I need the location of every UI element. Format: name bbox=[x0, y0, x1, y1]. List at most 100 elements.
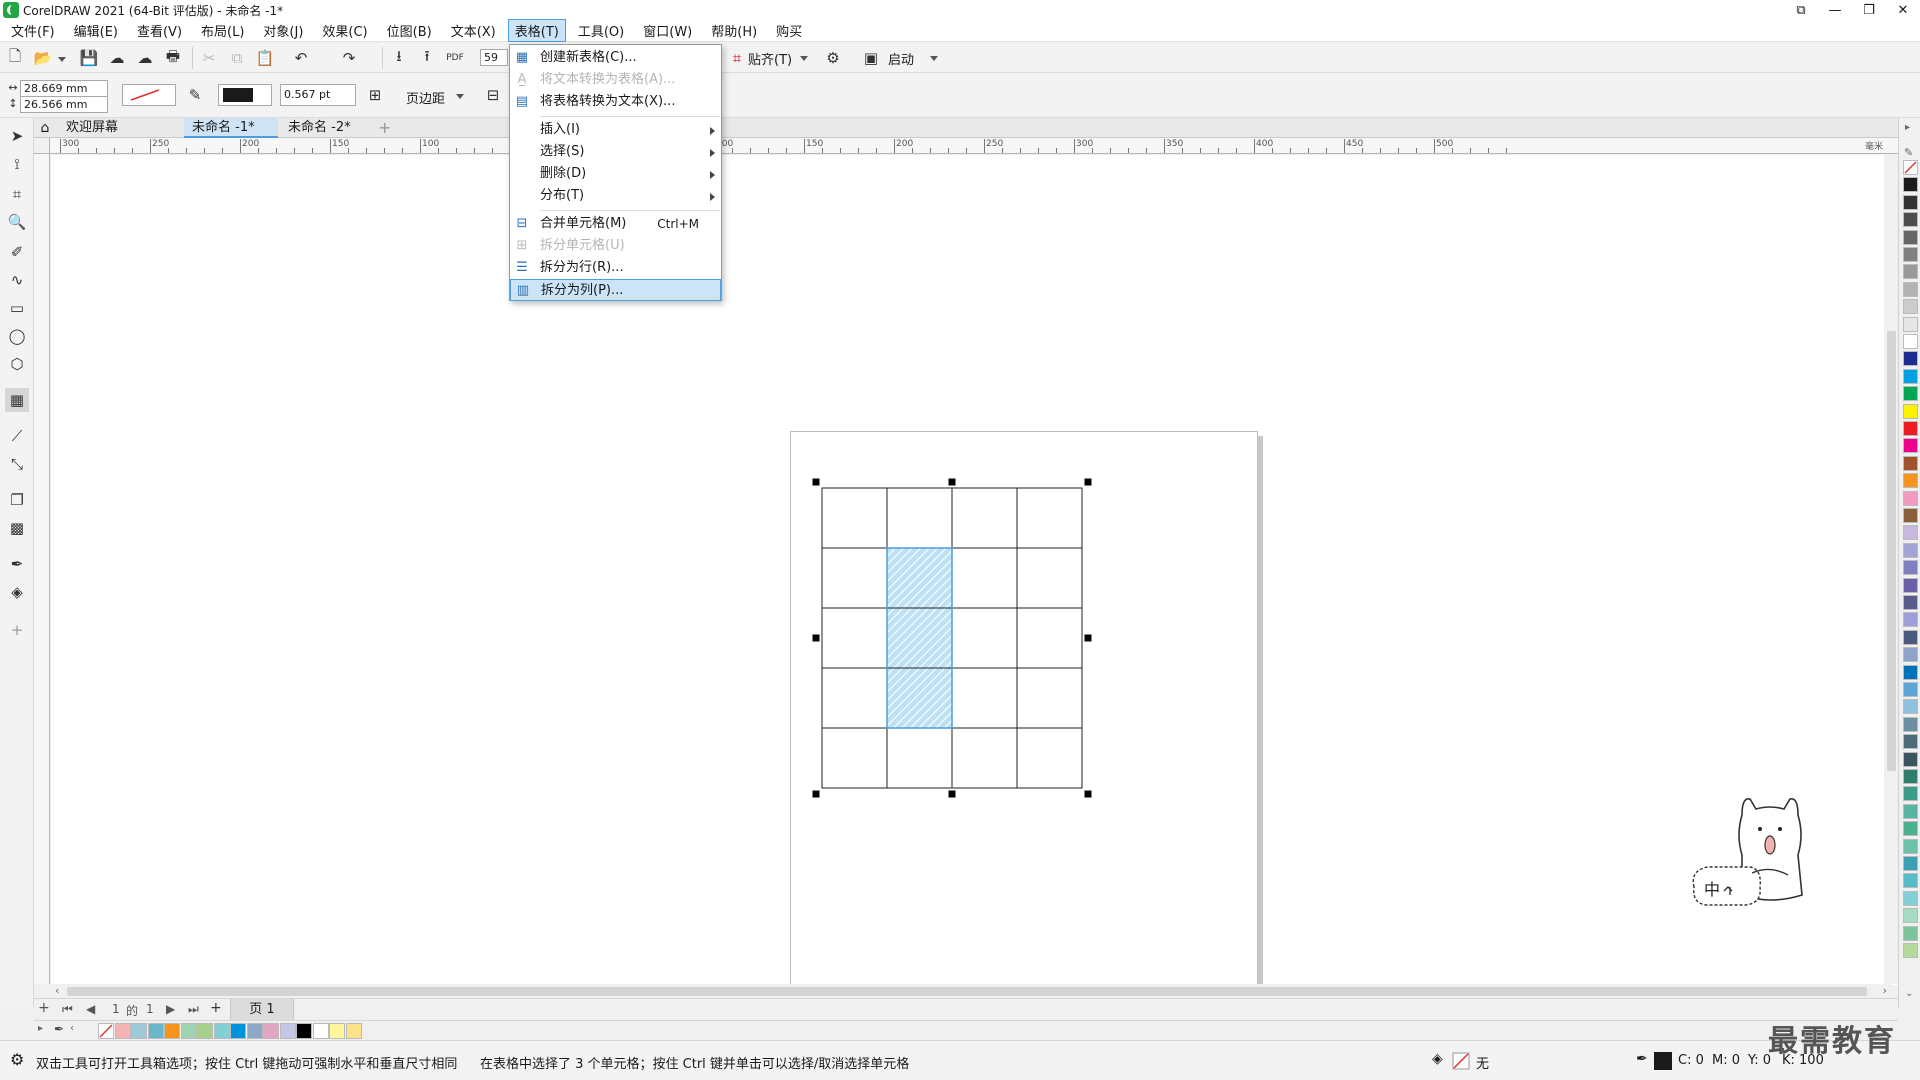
convert-table-to-text-item[interactable]: ▤ 将表格转换为文本(X)... bbox=[510, 91, 721, 113]
palette-swatch[interactable] bbox=[1903, 334, 1918, 349]
horizontal-scrollbar[interactable]: ‹ › bbox=[51, 984, 1891, 998]
zoom-tool-icon[interactable]: 🔍 bbox=[5, 210, 29, 234]
polygon-tool-icon[interactable]: ⬡ bbox=[5, 352, 29, 376]
palette-swatch[interactable] bbox=[1903, 299, 1918, 315]
tab-welcome-screen[interactable]: 欢迎屏幕 bbox=[58, 118, 182, 138]
palette-swatch[interactable] bbox=[1903, 734, 1918, 750]
fill-bucket-icon[interactable]: ◈ bbox=[1432, 1051, 1443, 1067]
table-tool-icon[interactable]: ▦ bbox=[5, 388, 29, 412]
palette-swatch[interactable] bbox=[1903, 525, 1918, 541]
palette-swatch[interactable] bbox=[1903, 177, 1918, 193]
palette-swatch[interactable] bbox=[1903, 212, 1918, 228]
snap-dropdown-icon[interactable] bbox=[800, 56, 808, 61]
redo-icon[interactable]: ↷ bbox=[338, 47, 360, 69]
tab-document-1[interactable]: 未命名 -1* bbox=[184, 118, 278, 138]
palette-swatch[interactable] bbox=[1903, 925, 1918, 941]
menu-tools[interactable]: 工具(O) bbox=[571, 19, 631, 42]
palette-swatch[interactable] bbox=[1903, 873, 1918, 889]
palette-swatch[interactable] bbox=[1903, 612, 1918, 628]
save-icon[interactable]: 💾 bbox=[78, 47, 100, 69]
scroll-left-icon[interactable]: ‹ bbox=[55, 984, 59, 997]
menu-object[interactable]: 对象(J) bbox=[256, 19, 310, 42]
menu-window[interactable]: 窗口(W) bbox=[636, 19, 699, 42]
copy-icon[interactable]: ⧉ bbox=[226, 47, 248, 69]
palette-swatch[interactable] bbox=[1903, 438, 1918, 454]
add-page-before-icon[interactable]: + bbox=[38, 1000, 50, 1016]
page-margin-button[interactable]: 页边距 bbox=[406, 88, 445, 107]
outline-color-picker[interactable] bbox=[218, 84, 272, 106]
print-icon[interactable]: 🖶 bbox=[162, 47, 184, 69]
menu-layout[interactable]: 布局(L) bbox=[194, 19, 251, 42]
open-dropdown-icon[interactable] bbox=[58, 57, 66, 62]
no-color-swatch[interactable] bbox=[1903, 160, 1918, 175]
cloud-upload-icon[interactable]: ☁ bbox=[134, 47, 156, 69]
document-palette-swatch[interactable] bbox=[345, 1023, 362, 1039]
import-icon[interactable]: ⭳ bbox=[388, 47, 410, 69]
palette-swatch[interactable] bbox=[1903, 803, 1918, 819]
outline-style-picker[interactable] bbox=[122, 84, 176, 106]
palette-swatch[interactable] bbox=[1903, 786, 1918, 802]
scroll-right-icon[interactable]: › bbox=[1883, 984, 1887, 997]
palette-swatch[interactable] bbox=[1903, 490, 1918, 506]
palette-swatch[interactable] bbox=[1903, 595, 1918, 610]
horizontal-ruler[interactable]: 3002502001501000501001502002503003504004… bbox=[50, 138, 1900, 154]
menu-file[interactable]: 文件(F) bbox=[4, 19, 62, 42]
document-palette-swatch[interactable] bbox=[296, 1023, 312, 1039]
document-palette-swatch[interactable] bbox=[180, 1023, 197, 1039]
drop-shadow-icon[interactable]: ❐ bbox=[5, 488, 29, 512]
page-tab-1[interactable]: 页 1 bbox=[230, 999, 294, 1021]
palette-swatch[interactable] bbox=[1903, 560, 1918, 576]
align-icon[interactable]: ⊟ bbox=[482, 84, 504, 106]
palette-swatch[interactable] bbox=[1903, 629, 1918, 645]
distribute-submenu-item[interactable]: 分布(T) bbox=[510, 185, 721, 207]
next-page-icon[interactable]: ▶ bbox=[166, 1002, 175, 1016]
last-page-icon[interactable]: ⏭ bbox=[188, 1002, 199, 1017]
select-submenu-item[interactable]: 选择(S) bbox=[510, 141, 721, 163]
eyedropper-icon[interactable]: ✒ bbox=[5, 552, 29, 576]
document-palette-swatch[interactable] bbox=[279, 1023, 296, 1039]
palette-swatch[interactable] bbox=[1903, 316, 1918, 332]
minimize-button[interactable]: — bbox=[1818, 0, 1852, 20]
palette-swatch[interactable] bbox=[1903, 403, 1918, 419]
palette-swatch[interactable] bbox=[1903, 890, 1918, 906]
horizontal-scroll-thumb[interactable] bbox=[67, 987, 1867, 996]
document-palette-swatch[interactable] bbox=[230, 1023, 246, 1039]
palette-swatch[interactable] bbox=[1903, 716, 1918, 732]
palette-scroll-up-icon[interactable]: ▸ bbox=[1905, 122, 1910, 133]
home-icon[interactable]: ⌂ bbox=[34, 118, 56, 138]
freehand-tool-icon[interactable]: ✐ bbox=[5, 240, 29, 264]
palette-swatch[interactable] bbox=[1903, 751, 1918, 767]
document-palette-swatch[interactable] bbox=[329, 1023, 345, 1039]
drawing-canvas[interactable] bbox=[51, 155, 1900, 1080]
connector-tool-icon[interactable]: ⤡ bbox=[5, 452, 29, 476]
palette-swatch[interactable] bbox=[1903, 664, 1918, 680]
vertical-scrollbar[interactable] bbox=[1884, 155, 1898, 984]
ruler-origin[interactable] bbox=[34, 138, 50, 154]
palette-swatch[interactable] bbox=[1903, 194, 1918, 210]
palette-swatch[interactable] bbox=[1903, 473, 1918, 489]
cloud-download-icon[interactable]: ☁ bbox=[106, 47, 128, 69]
previous-page-icon[interactable]: ◀ bbox=[86, 1002, 95, 1016]
palette-swatch[interactable] bbox=[1903, 577, 1918, 593]
export-icon[interactable]: ⭱ bbox=[416, 47, 438, 69]
palette-swatch[interactable] bbox=[1903, 943, 1918, 958]
interactive-fill-icon[interactable]: ◈ bbox=[5, 580, 29, 604]
snap-off-icon[interactable]: ⌗ bbox=[726, 47, 748, 69]
document-palette-swatch[interactable] bbox=[246, 1023, 263, 1039]
zoom-level-field[interactable]: 59 bbox=[480, 49, 508, 66]
document-palette-swatch[interactable] bbox=[312, 1023, 329, 1039]
palette-swatch[interactable] bbox=[1903, 542, 1918, 558]
undo-icon[interactable]: ↶ bbox=[290, 47, 312, 69]
palette-swatch[interactable] bbox=[1903, 386, 1918, 402]
menu-bitmaps[interactable]: 位图(B) bbox=[380, 19, 439, 42]
restore-small-icon[interactable]: ⧉ bbox=[1784, 0, 1818, 20]
snap-to-button[interactable]: 贴齐(T) bbox=[748, 49, 792, 68]
margin-dropdown-icon[interactable] bbox=[456, 94, 464, 99]
document-palette-swatch[interactable] bbox=[147, 1023, 164, 1039]
palette-scroll-down-icon[interactable]: ⌄ bbox=[1905, 988, 1913, 999]
menu-edit[interactable]: 编辑(E) bbox=[67, 19, 125, 42]
split-into-rows-item[interactable]: ☰ 拆分为行(R)... bbox=[510, 257, 721, 279]
document-palette-swatch[interactable] bbox=[197, 1023, 213, 1039]
palette-swatch[interactable] bbox=[1903, 856, 1918, 871]
menu-text[interactable]: 文本(X) bbox=[444, 19, 503, 42]
